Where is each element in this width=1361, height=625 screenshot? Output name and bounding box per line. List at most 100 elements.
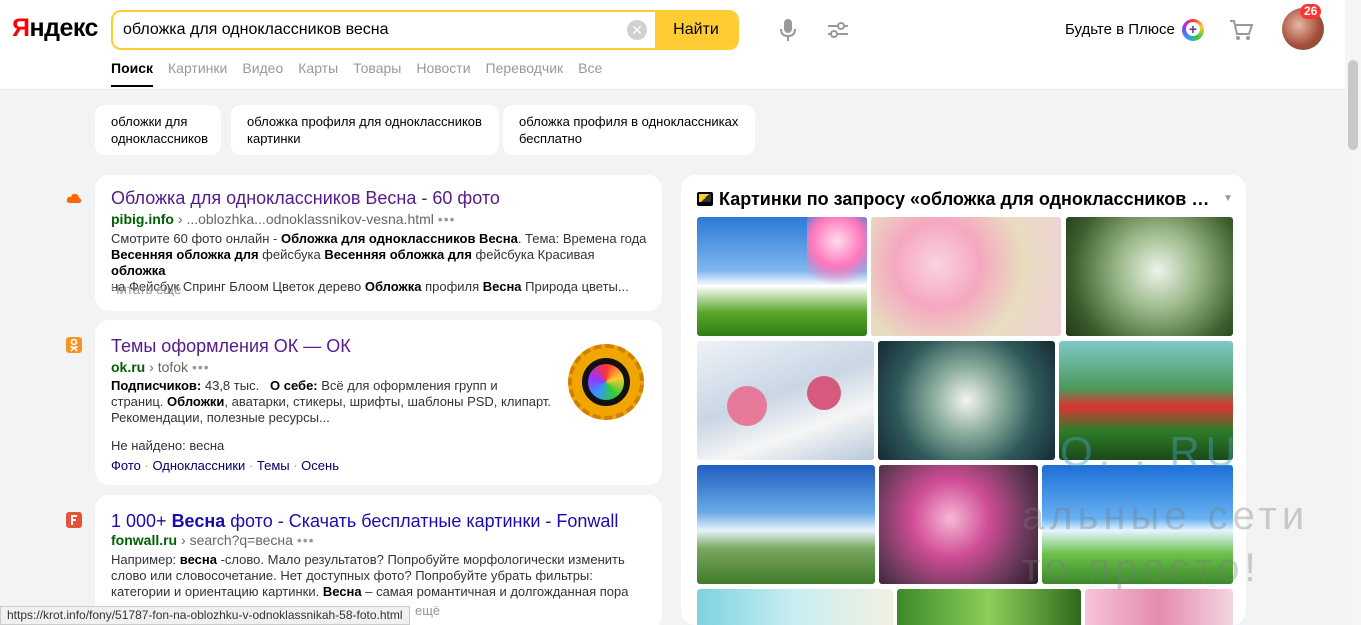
image-thumbnail[interactable] [697,465,875,584]
sitelink[interactable]: Темы [257,458,290,473]
snippet-highlight: Весенняя обложка для [324,247,472,262]
snippet-text: страниц. [111,394,168,409]
image-thumbnail[interactable] [871,217,1061,336]
snippet-text: Всё для оформления групп и [317,378,498,393]
page-scrollbar[interactable] [1345,0,1361,625]
tab-video[interactable]: Видео [242,60,283,87]
read-more-link[interactable]: Читать ещё [111,282,181,297]
result-title[interactable]: Обложка для одноклассников Весна - 60 фо… [111,188,500,209]
sitelink[interactable]: Фото [111,458,141,473]
result-domain: pibig.info [111,211,174,227]
image-thumbnail[interactable] [697,217,867,336]
image-thumbnail[interactable] [897,589,1081,625]
snippet-highlight: Весенняя обложка для [111,247,259,262]
sitelink-separator: · [140,458,153,473]
snippet-text: . Тема: Времена года [517,231,647,246]
result-menu-dots[interactable]: ••• [297,532,315,548]
images-wizard-title[interactable]: Картинки по запросу «обложка для однокла… [719,189,1219,210]
cloud-favicon-icon [66,193,82,203]
logo-first-letter: Я [12,14,30,42]
snippet-text: профиля [421,279,483,294]
snippet-highlight: весна [179,552,217,567]
ok-themes-logo-wheel [582,358,630,406]
snippet-text: фейсбука [258,247,325,262]
watermark-text: альные сети [1022,494,1310,538]
snippet-text: -слово. Мало результатов? Попробуйте мор… [216,552,625,567]
related-query[interactable]: обложка профиля в одноклассниках бесплат… [503,105,755,155]
snippet-text: фейсбука Красивая [471,247,595,262]
result-title-main: Обложка для одноклассников Весна [111,188,417,208]
microphone-icon[interactable] [778,18,798,42]
not-found-note: Не найдено: весна [111,438,225,453]
result-domain: fonwall.ru [111,532,178,548]
snippet-highlight: Подписчиков: [111,378,202,393]
logo-rest: ндекс [29,14,98,42]
result-domain: ok.ru [111,359,146,375]
result-title[interactable]: Темы оформления ОК — ОК [111,336,351,357]
related-query[interactable]: обложки для одноклассников [95,105,221,155]
odnoklassniki-favicon-icon [66,337,82,353]
chevron-down-icon[interactable]: ▼ [1223,193,1233,204]
tab-translator[interactable]: Переводчик [486,60,564,87]
watermark-text: то просто! [1022,546,1261,590]
plus-promo-link[interactable]: Будьте в Плюсе [1065,21,1175,38]
image-thumbnail[interactable] [1066,217,1233,336]
snippet-highlight: Весна [322,584,362,599]
cart-icon[interactable] [1229,19,1253,41]
related-query[interactable]: обложка профиля для одноклассников карти… [231,105,499,155]
image-thumbnail[interactable] [697,341,874,460]
snippet-text: Например: [111,552,180,567]
result-title-suffix: - 60 фото [416,188,500,208]
tab-goods[interactable]: Товары [353,60,401,87]
search-box: ✕ Найти [111,10,739,50]
related-query-line: обложка профиля для одноклассников [247,114,482,129]
notifications-badge[interactable]: 26 [1300,4,1322,19]
read-more-link[interactable]: ещё [415,603,440,618]
result-snippet: Смотрите 60 фото онлайн - Обложка для од… [111,231,651,295]
snippet-text: Смотрите 60 фото онлайн - [111,231,281,246]
related-query-line: картинки [247,131,301,146]
find-button[interactable]: Найти [655,12,737,48]
sitelink[interactable]: Одноклассники [152,458,245,473]
tab-maps[interactable]: Карты [298,60,338,87]
search-input[interactable] [123,12,623,48]
watermark-text: О. . RU [1060,428,1243,475]
result-url[interactable]: pibig.info › ...oblozhka...odnoklassniko… [111,211,456,227]
result-url[interactable]: fonwall.ru › search?q=весна ••• [111,532,315,548]
sitelink-separator: · [289,458,302,473]
search-settings-icon[interactable] [826,20,850,40]
sitelinks: Фото · Одноклассники · Темы · Осень [111,458,339,473]
image-thumbnail[interactable] [1085,589,1233,625]
result-title[interactable]: 1 000+ Весна фото - Скачать бесплатные к… [111,511,618,532]
images-icon [697,192,713,206]
tab-images[interactable]: Картинки [168,60,227,87]
image-thumbnail[interactable] [878,341,1055,460]
snippet-highlight: обложка [111,263,166,278]
tab-search[interactable]: Поиск [111,60,154,87]
tab-all[interactable]: Все [578,60,602,87]
snippet-text: категории и ориентацию картинки. [111,584,323,599]
result-menu-dots[interactable]: ••• [438,211,456,227]
result-menu-dots[interactable]: ••• [192,359,210,375]
image-thumbnail[interactable] [879,465,1038,584]
browser-status-url: https://krot.info/fony/51787-fon-na-oblo… [0,606,410,625]
result-url[interactable]: ok.ru › tofok ••• [111,359,210,375]
result-title-highlight: Весна [171,511,226,531]
result-path: ...oblozhka...odnoklassnikov-vesna.html [186,211,434,227]
snippet-highlight: Обложки [167,394,225,409]
scrollbar-thumb[interactable] [1348,60,1358,150]
yandex-logo[interactable]: Яндекс [12,14,98,43]
result-title-part: фото - Скачать бесплатные картинки - Fon… [225,511,619,531]
result-snippet: Например: весна -слово. Мало результатов… [111,552,656,600]
snippet-highlight: О себе: [270,378,318,393]
related-query-line: одноклассников [111,131,208,146]
snippet-text: слово или словосочетание. Нет доступных … [111,568,593,583]
image-thumbnail[interactable] [697,589,893,625]
plus-icon[interactable] [1182,19,1204,41]
snippet-highlight: Обложка для одноклассников Весна [280,231,518,246]
snippet-text: – самая романтичная и долгожданная пора [361,584,629,599]
tab-news[interactable]: Новости [416,60,470,87]
sitelink[interactable]: Осень [301,458,339,473]
clear-search-button[interactable]: ✕ [627,20,647,40]
search-result-card: Обложка для одноклассников Весна - 60 фо… [95,175,662,311]
